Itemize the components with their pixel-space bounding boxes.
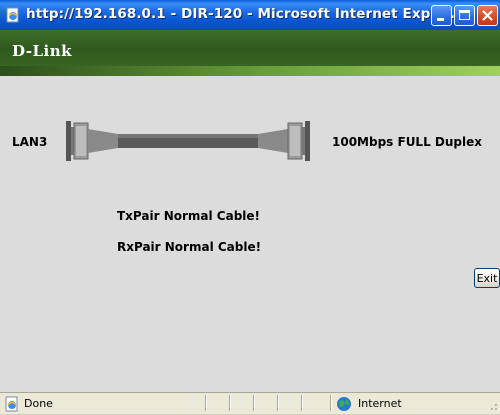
exit-button[interactable]: Exit — [474, 268, 500, 288]
window-titlebar[interactable]: http://192.168.0.1 - DIR-120 - Microsoft… — [0, 0, 500, 30]
statusbar-divider — [330, 395, 331, 411]
ethernet-cable-icon — [66, 121, 310, 161]
page-done-icon — [4, 396, 20, 412]
statusbar-divider — [253, 395, 254, 411]
statusbar-divider — [229, 395, 230, 411]
minimize-icon — [437, 18, 444, 21]
close-icon — [482, 10, 493, 21]
maximize-icon — [459, 10, 470, 20]
dlink-logo: D-Link — [12, 42, 73, 60]
resize-grip-icon[interactable] — [486, 399, 498, 411]
tx-pair-result: TxPair Normal Cable! — [117, 209, 261, 223]
port-label: LAN3 — [12, 135, 48, 149]
statusbar-divider — [277, 395, 278, 411]
statusbar-divider — [205, 395, 206, 411]
ie-page-icon — [5, 7, 21, 23]
statusbar-divider — [301, 395, 302, 411]
header-stripe — [0, 66, 500, 76]
rx-pair-result: RxPair Normal Cable! — [117, 240, 262, 254]
close-button[interactable] — [477, 5, 498, 26]
internet-globe-icon — [336, 396, 352, 412]
statusbar: Done Internet — [0, 392, 500, 414]
minimize-button[interactable] — [431, 5, 452, 26]
cable-test-panel: LAN3 100Mbps FULL Duplex TxPair Normal C… — [0, 76, 500, 392]
dlink-header: D-Link — [0, 30, 500, 76]
link-status: 100Mbps FULL Duplex — [332, 135, 482, 149]
security-zone-label: Internet — [358, 397, 402, 410]
maximize-button[interactable] — [454, 5, 475, 26]
window-title: http://192.168.0.1 - DIR-120 - Microsoft… — [26, 6, 461, 22]
status-text: Done — [24, 397, 53, 410]
